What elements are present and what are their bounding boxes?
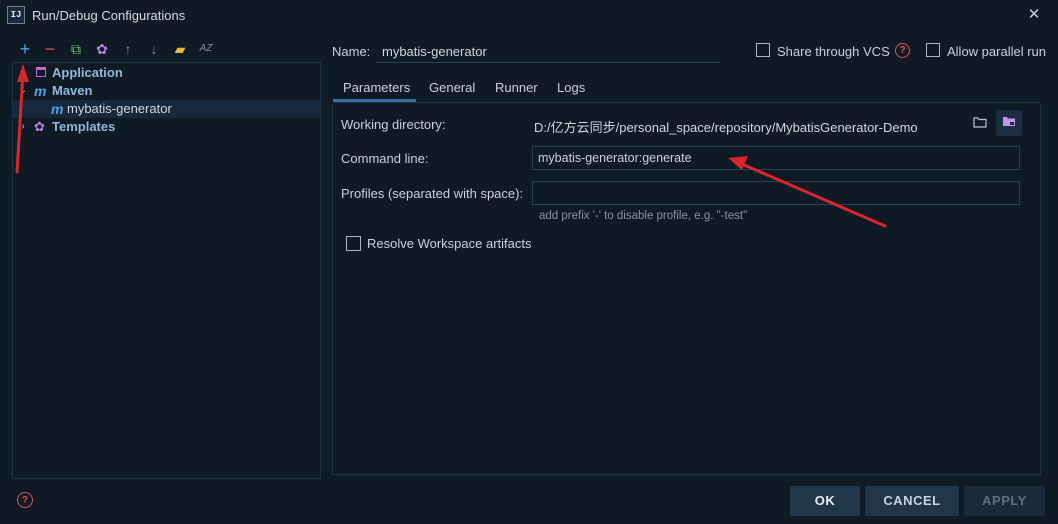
move-down-icon[interactable]: ↓: [145, 40, 163, 58]
close-icon[interactable]: ✕: [1024, 5, 1044, 25]
tree-item-mybatis-generator[interactable]: m mybatis-generator: [13, 100, 320, 118]
settings-icon[interactable]: ✿: [93, 40, 111, 58]
move-up-icon[interactable]: ↑: [119, 40, 137, 58]
tree-item-templates[interactable]: › ✿ Templates: [13, 118, 320, 136]
insert-macro-button[interactable]: [996, 110, 1022, 136]
tab-logs[interactable]: Logs: [557, 78, 585, 100]
folder-icon: [973, 117, 987, 128]
working-directory-label: Working directory:: [341, 117, 446, 132]
remove-icon[interactable]: −: [41, 40, 59, 58]
tree-item-label: mybatis-generator: [67, 101, 172, 116]
tree-item-application[interactable]: › Application: [13, 64, 320, 82]
add-icon[interactable]: +: [16, 40, 34, 58]
profiles-label: Profiles (separated with space):: [341, 186, 524, 201]
profiles-input[interactable]: [532, 181, 1020, 205]
tree-item-label: Templates: [52, 119, 116, 134]
profiles-hint: add prefix '-' to disable profile, e.g. …: [539, 210, 748, 222]
apply-button[interactable]: APPLY: [964, 486, 1045, 516]
maven-icon: m: [34, 83, 47, 99]
chevron-down-icon[interactable]: ⌄: [18, 82, 28, 100]
tab-runner[interactable]: Runner: [495, 78, 538, 100]
tab-divider: [333, 102, 1040, 103]
share-vcs-checkbox[interactable]: [756, 43, 770, 57]
tab-parameters[interactable]: Parameters: [343, 78, 410, 100]
share-vcs-label: Share through VCS: [777, 44, 890, 59]
tree-item-label: Maven: [52, 83, 93, 98]
tab-general[interactable]: General: [429, 78, 475, 100]
window-title: Run/Debug Configurations: [32, 8, 186, 23]
allow-parallel-checkbox[interactable]: [926, 43, 940, 57]
browse-folder-icon[interactable]: [970, 114, 990, 134]
intellij-app-icon: IJ: [7, 6, 25, 24]
name-label: Name:: [332, 44, 371, 59]
macro-folder-icon: [1003, 117, 1015, 126]
command-line-input[interactable]: [532, 146, 1020, 170]
working-directory-field[interactable]: D:/亿方云同步/personal_space/repository/Mybat…: [534, 117, 918, 136]
sort-alphabetically-icon[interactable]: AZ: [197, 40, 215, 58]
name-input[interactable]: [376, 40, 720, 63]
resolve-workspace-checkbox[interactable]: [346, 236, 361, 251]
tree-item-label: Application: [52, 65, 123, 80]
new-folder-icon[interactable]: ▰: [171, 40, 189, 58]
chevron-right-icon[interactable]: ›: [18, 118, 28, 136]
help-icon[interactable]: ?: [895, 43, 910, 58]
command-line-label: Command line:: [341, 151, 429, 166]
application-icon: [36, 67, 46, 77]
allow-parallel-label: Allow parallel run: [947, 44, 1046, 59]
ok-button[interactable]: OK: [790, 486, 860, 516]
configuration-tree: › Application ⌄ m Maven m mybatis-genera…: [12, 62, 321, 479]
maven-icon: m: [51, 101, 64, 117]
help-icon[interactable]: ?: [17, 492, 33, 508]
tree-item-maven[interactable]: ⌄ m Maven: [13, 82, 320, 100]
resolve-workspace-label: Resolve Workspace artifacts: [367, 236, 532, 251]
chevron-right-icon[interactable]: ›: [18, 64, 28, 82]
wrench-icon: ✿: [34, 119, 45, 134]
cancel-button[interactable]: CANCEL: [865, 486, 959, 516]
copy-icon[interactable]: ⧉: [67, 40, 85, 58]
